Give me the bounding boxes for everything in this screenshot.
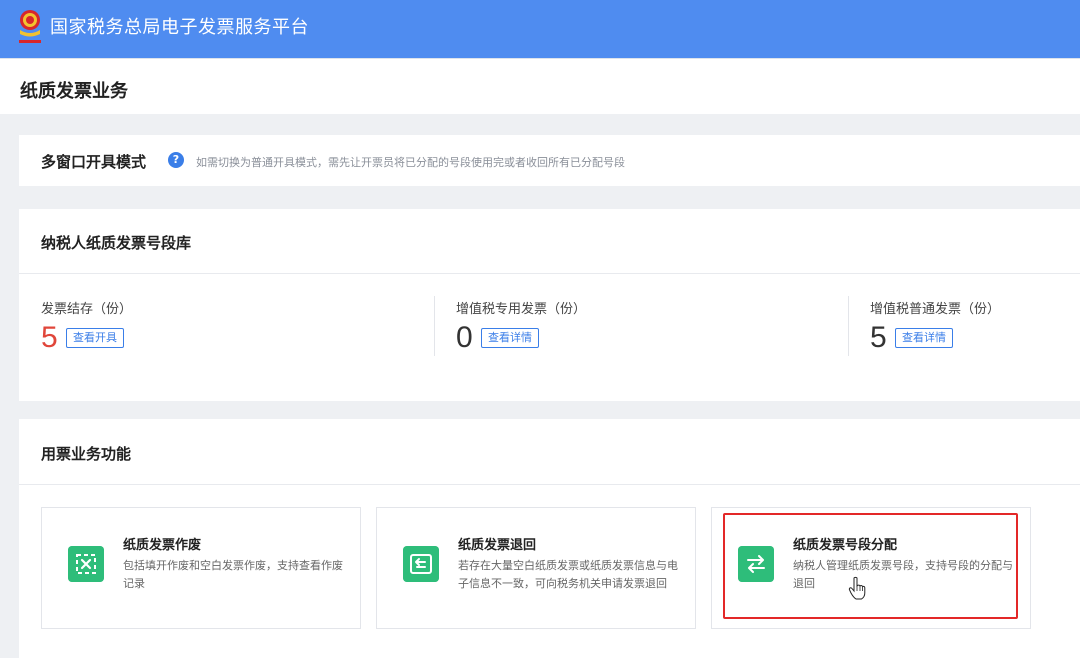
stat-label: 增值税普通发票（份） xyxy=(870,302,1001,317)
stat-label: 增值税专用发票（份） xyxy=(456,302,587,317)
hand-cursor-icon xyxy=(848,576,866,600)
view-details-button[interactable]: 查看详情 xyxy=(895,328,953,348)
view-issued-button[interactable]: 查看开具 xyxy=(66,328,124,348)
stat-value: 0 xyxy=(456,321,473,354)
functions-title: 用票业务功能 xyxy=(41,445,132,463)
function-name: 纸质发票作废 xyxy=(123,538,202,553)
question-circle-icon[interactable]: ? xyxy=(168,152,184,168)
return-invoice-icon xyxy=(403,546,439,582)
page-title: 纸质发票业务 xyxy=(20,81,128,102)
view-details-button[interactable]: 查看详情 xyxy=(481,328,539,348)
divider xyxy=(848,296,849,356)
stat-label: 发票结存（份） xyxy=(41,302,133,317)
mode-title: 多窗口开具模式 xyxy=(41,153,147,171)
mode-note: 如需切换为普通开具模式，需先让开票员将已分配的号段使用完或者收回所有已分配号段 xyxy=(196,156,625,169)
divider xyxy=(19,273,1080,274)
function-name: 纸质发票退回 xyxy=(458,538,537,553)
function-desc: 包括填开作废和空白发票作废，支持查看作废记录 xyxy=(123,559,343,590)
divider xyxy=(19,484,1080,485)
tax-emblem-icon xyxy=(19,10,41,43)
stat-vat-general: 增值税普通发票（份） 5 查看详情 xyxy=(870,298,1080,368)
app-title: 国家税务总局电子发票服务平台 xyxy=(50,17,309,38)
stat-value: 5 xyxy=(41,321,58,354)
top-bar: 国家税务总局电子发票服务平台 xyxy=(0,0,1080,58)
divider xyxy=(434,296,435,356)
highlight-frame xyxy=(723,513,1018,619)
page-header: 纸质发票业务 xyxy=(0,58,1080,114)
stat-vat-special: 增值税专用发票（份） 0 查看详情 xyxy=(456,298,756,368)
function-card-return[interactable]: 纸质发票退回 若存在大量空白纸质发票或纸质发票信息与电子信息不一致，可向税务机关… xyxy=(376,507,696,629)
library-title: 纳税人纸质发票号段库 xyxy=(41,234,192,252)
function-desc: 若存在大量空白纸质发票或纸质发票信息与电子信息不一致，可向税务机关申请发票退回 xyxy=(458,559,678,590)
function-card-void[interactable]: 纸质发票作废 包括填开作废和空白发票作废，支持查看作废记录 xyxy=(41,507,361,629)
void-invoice-icon xyxy=(68,546,104,582)
stat-value: 5 xyxy=(870,321,887,354)
issue-mode-card: 多窗口开具模式 ? 如需切换为普通开具模式，需先让开票员将已分配的号段使用完或者… xyxy=(19,135,1080,186)
invoice-number-library-card: 纳税人纸质发票号段库 发票结存（份） 5 查看开具 增值税专用发票（份） 0 查… xyxy=(19,209,1080,401)
stat-invoice-stock: 发票结存（份） 5 查看开具 xyxy=(41,298,341,368)
